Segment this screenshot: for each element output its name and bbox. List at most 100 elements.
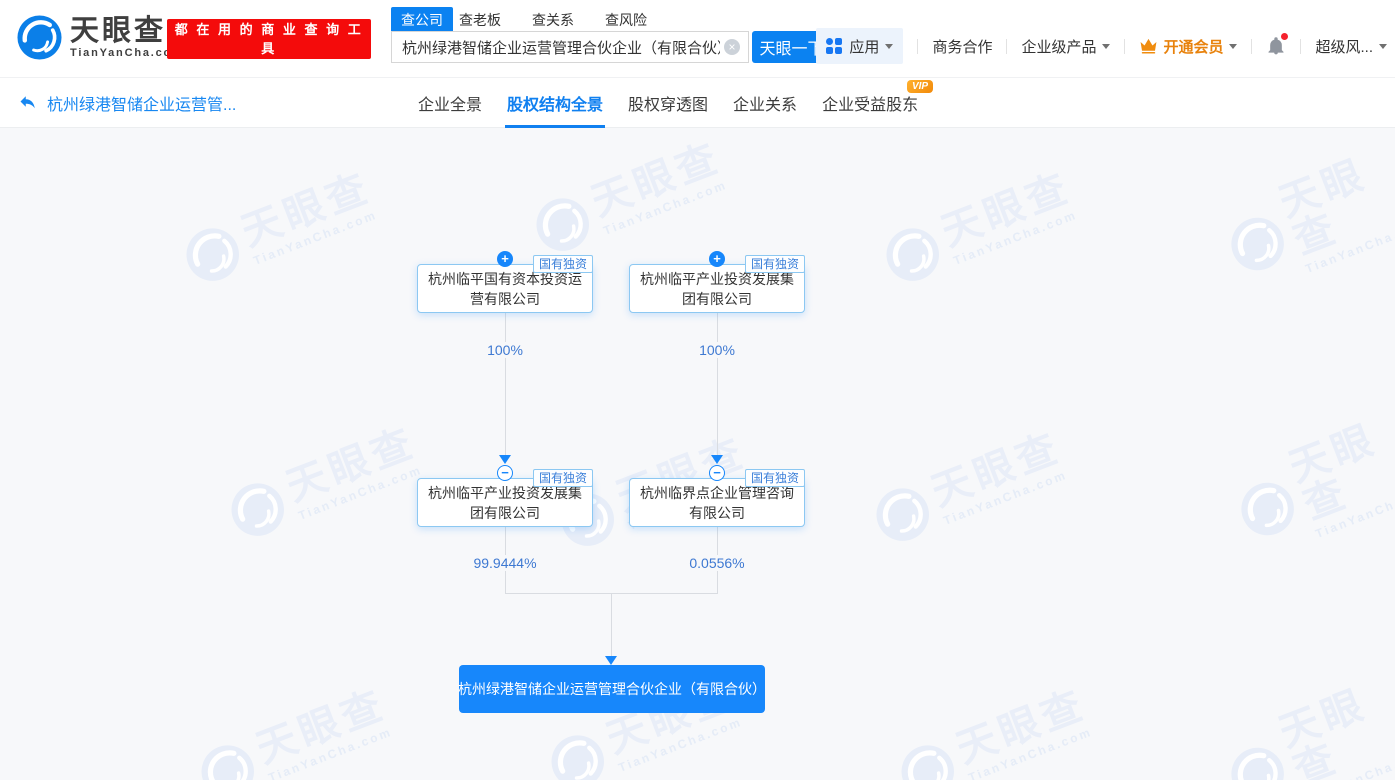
chevron-down-icon [885,44,893,49]
watermark-swirl-icon [867,478,939,550]
watermark-swirl-icon [1221,738,1293,780]
watermark-subtext: TianYanCha.com [296,461,427,522]
company-name: 杭州临平国有资本投资运营有限公司 [423,269,587,309]
tab-company-overview[interactable]: 企业全景 [418,78,482,127]
watermark-subtext: TianYanCha.com [951,206,1082,267]
state-owned-tag: 国有独资 [745,255,805,273]
watermark-swirl-icon [892,735,964,780]
apps-grid-icon [826,38,842,54]
page-tabs: 企业全景 股权结构全景 股权穿透图 企业关系 企业受益股东 VIP [418,78,918,127]
watermark-text: 天眼查 [586,137,726,223]
collapse-minus-icon[interactable]: − [497,465,513,481]
watermark-text: 天眼查 [951,684,1091,770]
percent-label: 100% [693,342,741,358]
watermark: 天眼查TianYanCha.com [867,427,1073,551]
watermark: 天眼查TianYanCha.com [877,167,1083,291]
percent-label: 100% [481,342,529,358]
search-block: 查公司 查老板 查关系 查风险 × 天眼一下 [391,8,831,63]
watermark: 天眼查TianYanCha.com [527,137,733,261]
watermark: 天眼查TianYanCha.com [1224,404,1395,564]
arrow-down-icon [605,656,617,665]
header-nav: 应用 商务合作 企业级产品 开通会员 [816,28,1387,64]
node-mid-right-company[interactable]: − 国有独资 杭州临界点企业管理咨询有限公司 [629,478,805,527]
search-tab-risk[interactable]: 查风险 [605,10,647,30]
watermark-swirl-icon [1231,473,1303,545]
nav-open-vip[interactable]: 开通会员 [1139,36,1237,57]
arrow-down-icon [711,455,723,464]
connector-line [717,313,718,455]
watermark: 天眼查TianYanCha.com [1214,139,1395,299]
nav-enterprise-products[interactable]: 企业级产品 [1021,36,1110,57]
watermark: 天眼查TianYanCha.com [222,422,428,546]
watermark-subtext: TianYanCha.com [616,713,747,774]
apps-label: 应用 [849,36,879,57]
percent-label: 0.0556% [683,555,750,571]
company-name: 杭州临界点企业管理咨询有限公司 [635,483,799,523]
promo-banner: 都 在 用 的 商 业 查 询 工 具 国家中小企业发展子基金旗下机构 [167,19,371,59]
watermark-subtext: TianYanCha.com [1303,746,1395,780]
chevron-down-icon [1229,44,1237,49]
node-top-right-company[interactable]: + 国有独资 杭州临平产业投资发展集团有限公司 [629,264,805,313]
notification-bell[interactable] [1266,35,1286,57]
tab-equity-structure[interactable]: 股权结构全景 [507,78,603,127]
watermark-swirl-icon [192,735,264,780]
divider [917,39,918,54]
crown-icon [1139,38,1158,54]
equity-diagram-canvas: 天眼查TianYanCha.com天眼查TianYanCha.com天眼查Tia… [0,128,1395,780]
watermark-text: 天眼查 [936,167,1076,253]
expand-plus-icon[interactable]: + [709,251,725,267]
watermark-subtext: TianYanCha.com [941,466,1072,527]
watermark-subtext: TianYanCha.com [1313,481,1395,541]
watermark-swirl-icon [177,218,249,290]
tianyancha-logo[interactable]: 天眼查 TianYanCha.com [16,14,184,61]
search-input[interactable] [392,32,720,62]
logo-swirl-icon [16,14,63,61]
watermark: 天眼查TianYanCha.com [177,167,383,291]
node-mid-left-company[interactable]: − 国有独资 杭州临平产业投资发展集团有限公司 [417,478,593,527]
expand-plus-icon[interactable]: + [497,251,513,267]
divider [1124,39,1125,54]
state-owned-tag: 国有独资 [533,469,593,487]
breadcrumb[interactable]: 杭州绿港智储企业运营管... [18,78,236,127]
watermark-text: 天眼查 [926,427,1066,513]
top-header: 天眼查 TianYanCha.com 都 在 用 的 商 业 查 询 工 具 国… [0,0,1395,78]
back-arrow-icon [18,94,38,112]
watermark: 天眼查TianYanCha.com [192,684,398,780]
tab-equity-penetration[interactable]: 股权穿透图 [628,78,708,127]
promo-line2: 国家中小企业发展子基金旗下机构 [167,58,371,77]
page: 天眼查 TianYanCha.com 都 在 用 的 商 业 查 询 工 具 国… [0,0,1395,780]
arrow-down-icon [499,455,511,464]
node-top-left-company[interactable]: + 国有独资 杭州临平国有资本投资运营有限公司 [417,264,593,313]
watermark-subtext: TianYanCha.com [601,176,732,237]
watermark-text: 天眼查 [236,167,376,253]
company-name: 杭州临平产业投资发展集团有限公司 [635,269,799,309]
search-tab-company[interactable]: 查公司 [391,7,453,33]
notification-dot [1281,33,1288,40]
clear-icon[interactable]: × [724,39,740,55]
watermark-text: 天眼查 [1274,669,1395,780]
chevron-down-icon [1379,44,1387,49]
collapse-minus-icon[interactable]: − [709,465,725,481]
company-name: 杭州临平产业投资发展集团有限公司 [423,483,587,523]
watermark-text: 天眼查 [1274,139,1395,261]
nav-super-risk[interactable]: 超级风... [1315,36,1387,57]
search-tab-boss[interactable]: 查老板 [459,10,501,30]
watermark-text: 天眼查 [251,684,391,770]
node-target-company[interactable]: 杭州绿港智储企业运营管理合伙企业（有限合伙） [459,665,765,713]
watermark-subtext: TianYanCha.com [251,206,382,267]
vip-badge: VIP [907,80,933,93]
apps-menu[interactable]: 应用 [816,28,903,64]
watermark-swirl-icon [542,725,614,780]
watermark-text: 天眼查 [1284,404,1395,526]
divider [1251,39,1252,54]
nav-business-coop[interactable]: 商务合作 [932,36,992,57]
watermark-subtext: TianYanCha.com [966,723,1097,780]
watermark-swirl-icon [877,218,949,290]
watermark-text: 天眼查 [281,422,421,508]
search-tab-relation[interactable]: 查关系 [532,10,574,30]
connector-line [611,593,612,656]
breadcrumb-company-name: 杭州绿港智储企业运营管... [47,91,236,115]
percent-label: 99.9444% [467,555,542,571]
tab-company-relations[interactable]: 企业关系 [733,78,797,127]
tab-beneficial-shareholders[interactable]: 企业受益股东 VIP [822,78,918,127]
